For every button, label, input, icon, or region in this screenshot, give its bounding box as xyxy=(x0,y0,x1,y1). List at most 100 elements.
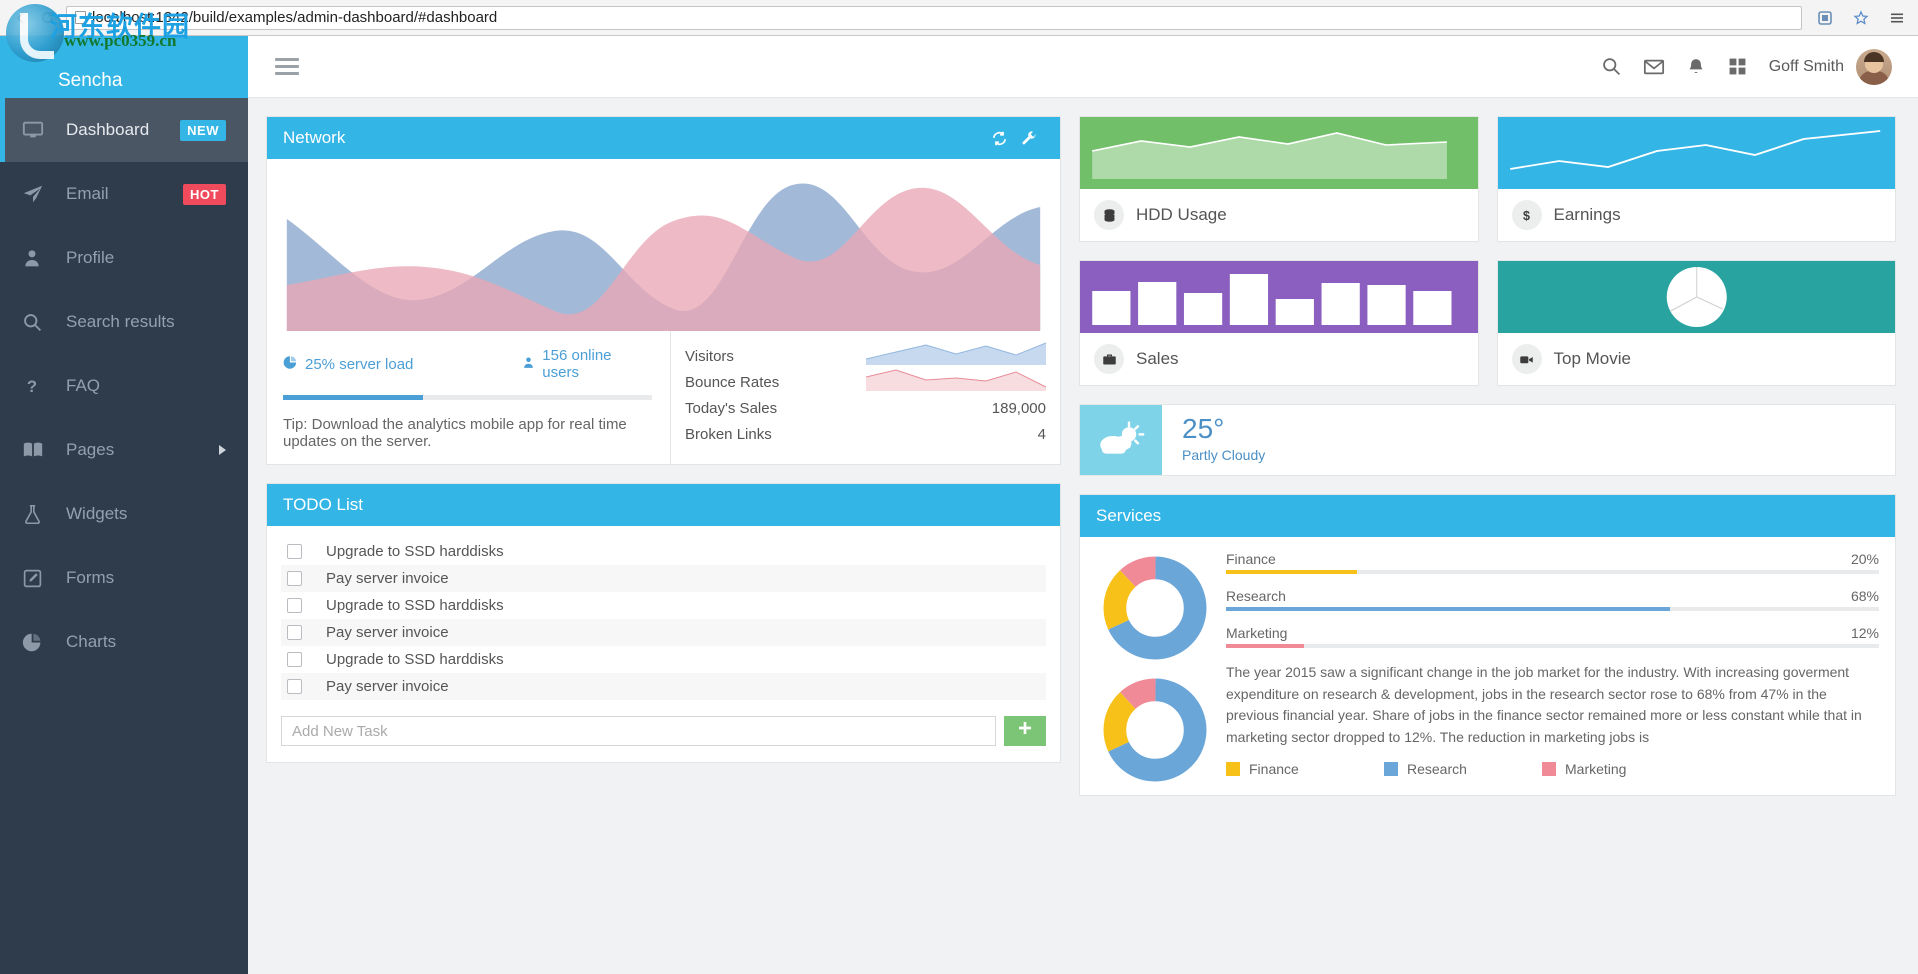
video-camera-icon xyxy=(1512,344,1542,374)
hamburger-menu-icon[interactable] xyxy=(1884,5,1910,31)
server-load-progress xyxy=(283,395,652,400)
reload-icon[interactable] xyxy=(34,5,60,31)
sidebar-item-pages[interactable]: Pages xyxy=(0,418,248,482)
user-icon xyxy=(22,248,66,268)
sidebar-item-widgets[interactable]: Widgets xyxy=(0,482,248,546)
todo-row[interactable]: Pay server invoice xyxy=(281,619,1046,646)
sidebar-item-charts[interactable]: Charts xyxy=(0,610,248,674)
server-load-label: 25% server load xyxy=(305,356,413,373)
stat-value: 189,000 xyxy=(992,400,1046,417)
bell-icon[interactable] xyxy=(1675,46,1717,88)
visitors-sparkline xyxy=(866,341,1046,369)
todo-list: Upgrade to SSD harddisks Pay server invo… xyxy=(267,526,1060,706)
plus-icon xyxy=(1017,720,1033,742)
user-name-label[interactable]: Goff Smith xyxy=(1769,58,1844,76)
service-percent: 20% xyxy=(1851,551,1879,567)
online-users-label: 156 online users xyxy=(542,347,652,381)
page-info-icon xyxy=(75,11,86,24)
sidebar-item-label: Email xyxy=(66,184,183,204)
pie-chart-icon xyxy=(283,355,298,374)
add-task-input[interactable] xyxy=(281,716,996,746)
legend-swatch xyxy=(1384,762,1398,776)
book-icon xyxy=(22,439,66,461)
services-donut-chart-secondary xyxy=(1102,677,1208,783)
briefcase-icon xyxy=(1094,344,1124,374)
grid-icon[interactable] xyxy=(1717,46,1759,88)
refresh-icon[interactable] xyxy=(984,123,1014,153)
back-arrow-icon[interactable] xyxy=(8,5,34,31)
legend-item-finance: Finance xyxy=(1226,761,1384,777)
status-badge: HOT xyxy=(183,184,226,205)
todo-row[interactable]: Upgrade to SSD harddisks xyxy=(281,538,1046,565)
todo-row[interactable]: Pay server invoice xyxy=(281,565,1046,592)
wrench-icon[interactable] xyxy=(1014,123,1044,153)
legend-swatch xyxy=(1542,762,1556,776)
topbar: Goff Smith xyxy=(248,36,1918,98)
service-name: Research xyxy=(1226,588,1851,604)
service-progress-fill xyxy=(1226,607,1670,611)
todo-row[interactable]: Upgrade to SSD harddisks xyxy=(281,592,1046,619)
add-task-button[interactable] xyxy=(1004,716,1046,746)
services-description: The year 2015 saw a significant change i… xyxy=(1226,662,1879,749)
online-users-kpi: 156 online users xyxy=(522,347,652,381)
service-percent: 12% xyxy=(1851,625,1879,641)
todo-row[interactable]: Pay server invoice xyxy=(281,673,1046,700)
weather-card[interactable]: 25° Partly Cloudy xyxy=(1079,404,1896,476)
sidebar-item-forms[interactable]: Forms xyxy=(0,546,248,610)
todo-label: Upgrade to SSD harddisks xyxy=(326,543,504,560)
todo-checkbox[interactable] xyxy=(287,679,302,694)
stat-row-todays-sales: Today's Sales 189,000 xyxy=(685,395,1046,421)
network-stats: 25% server load 156 online users xyxy=(267,331,1060,464)
mini-card-top-movie[interactable]: Top Movie xyxy=(1497,260,1897,386)
weather-description: Partly Cloudy xyxy=(1182,447,1265,463)
avatar[interactable] xyxy=(1856,49,1892,85)
sidebar-item-email[interactable]: Email HOT xyxy=(0,162,248,226)
sidebar-item-profile[interactable]: Profile xyxy=(0,226,248,290)
todo-checkbox[interactable] xyxy=(287,544,302,559)
service-progress-track xyxy=(1226,607,1879,611)
sidebar-item-label: Dashboard xyxy=(66,120,180,140)
todo-row[interactable]: Upgrade to SSD harddisks xyxy=(281,646,1046,673)
mini-card-earnings[interactable]: $ Earnings xyxy=(1497,116,1897,242)
service-progress-track xyxy=(1226,644,1879,648)
service-row-finance: Finance 20% xyxy=(1226,551,1879,574)
services-panel-header: Services xyxy=(1080,495,1895,537)
service-row-marketing: Marketing 12% xyxy=(1226,625,1879,648)
legend-label: Marketing xyxy=(1565,761,1626,777)
address-bar[interactable]: localhost:1842/build/examples/admin-dash… xyxy=(66,6,1802,30)
svg-text:$: $ xyxy=(1523,208,1530,222)
stat-label: Broken Links xyxy=(685,426,1038,443)
mini-cards-grid: HDD Usage $ Earnin xyxy=(1079,116,1896,386)
user-icon xyxy=(522,356,535,373)
panel-title: Network xyxy=(283,128,984,148)
mini-card-hdd-usage[interactable]: HDD Usage xyxy=(1079,116,1479,242)
sidebar-item-dashboard[interactable]: Dashboard NEW xyxy=(0,98,248,162)
todo-checkbox[interactable] xyxy=(287,652,302,667)
status-badge: NEW xyxy=(180,120,226,141)
services-donut-chart xyxy=(1102,555,1208,661)
service-row-research: Research 68% xyxy=(1226,588,1879,611)
sidebar-item-search-results[interactable]: Search results xyxy=(0,290,248,354)
sidebar-item-faq[interactable]: ? FAQ xyxy=(0,354,248,418)
todo-checkbox[interactable] xyxy=(287,571,302,586)
mini-card-sales[interactable]: Sales xyxy=(1079,260,1479,386)
top-movie-chart xyxy=(1498,261,1896,333)
star-icon[interactable] xyxy=(1848,5,1874,31)
sidebar-item-label: Search results xyxy=(66,312,226,332)
mini-card-label: HDD Usage xyxy=(1136,205,1227,225)
chevron-right-icon xyxy=(219,445,226,455)
pie-chart-icon xyxy=(22,632,66,653)
extensions-icon[interactable] xyxy=(1812,5,1838,31)
search-icon[interactable] xyxy=(1591,46,1633,88)
stat-label: Today's Sales xyxy=(685,400,992,417)
sales-chart xyxy=(1080,261,1478,333)
service-progress-track xyxy=(1226,570,1879,574)
sidebar: Sencha Dashboard NEW Email HOT Profile xyxy=(0,36,248,974)
todo-checkbox[interactable] xyxy=(287,598,302,613)
envelope-icon[interactable] xyxy=(1633,46,1675,88)
sidebar-item-label: Widgets xyxy=(66,504,226,524)
todo-checkbox[interactable] xyxy=(287,625,302,640)
hamburger-icon[interactable] xyxy=(266,46,308,88)
services-panel: Services xyxy=(1079,494,1896,796)
stat-value: 4 xyxy=(1038,426,1046,443)
